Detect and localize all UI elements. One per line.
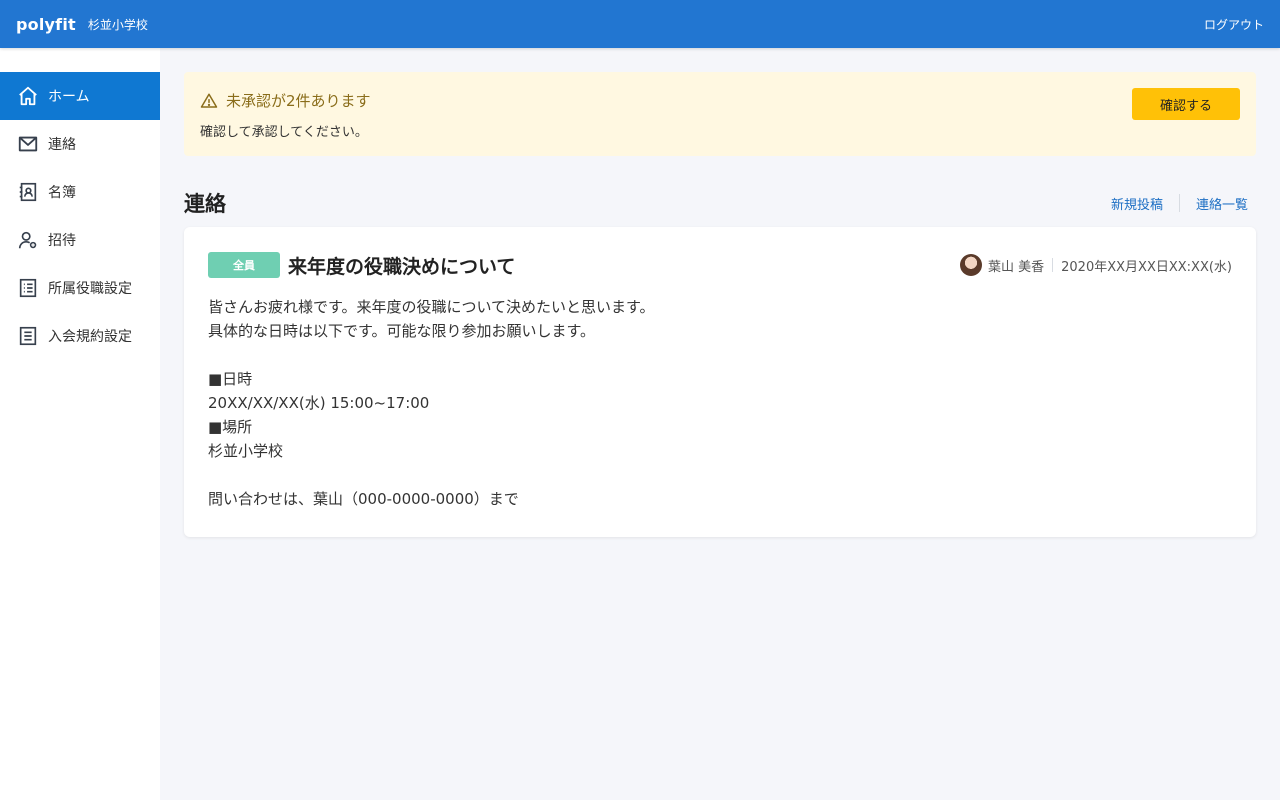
post-body-line: 20XX/XX/XX(水) 15:00~17:00 (208, 394, 430, 412)
avatar (960, 254, 982, 276)
post-body-line (208, 463, 1232, 487)
post-body-line: 具体的な日時は以下です。可能な限り参加お願いします。 (208, 322, 596, 340)
post-body-line: 皆さんお疲れ様です。来年度の役職について決めたいと思います。 (208, 298, 655, 316)
confirm-button[interactable]: 確認する (1132, 88, 1240, 120)
sidebar-item-label: 招待 (48, 233, 76, 249)
post-title[interactable]: 来年度の役職決めについて (288, 252, 515, 279)
post-body: 皆さんお疲れ様です。来年度の役職について決めたいと思います。 具体的な日時は以下… (208, 295, 1232, 511)
brand-logo[interactable]: polyfit (16, 15, 76, 34)
sidebar-item-role-settings[interactable]: 所属役職設定 (0, 264, 160, 312)
post-card[interactable]: 全員 来年度の役職決めについて 葉山 美香 2020年XX月XX日XX:XX(水… (184, 227, 1256, 537)
home-icon (16, 84, 40, 108)
alert-title: 未承認が2件あります (200, 90, 1240, 111)
post-body-line: 杉並小学校 (208, 442, 284, 460)
section-title: 連絡 (184, 192, 226, 216)
pending-approval-alert: 未承認が2件あります 確認して承認してください。 確認する (184, 72, 1256, 156)
sidebar-item-label: 名簿 (48, 185, 76, 201)
logout-link[interactable]: ログアウト (1204, 16, 1264, 33)
post-body-line: ■日時 (208, 370, 253, 388)
link-divider (1178, 194, 1180, 212)
audience-badge: 全員 (208, 252, 280, 278)
mail-icon (16, 132, 40, 156)
post-body-line: ■場所 (208, 418, 253, 436)
sidebar-item-membership-rules[interactable]: 入会規約設定 (0, 312, 160, 360)
sidebar-item-home[interactable]: ホーム (0, 72, 160, 120)
school-name: 杉並小学校 (87, 17, 148, 32)
sidebar-item-messages[interactable]: 連絡 (0, 120, 160, 168)
post-date: 2020年XX月XX日XX:XX(水) (1061, 259, 1232, 275)
post-body-line (208, 343, 1232, 367)
message-list-link[interactable]: 連絡一覧 (1196, 194, 1248, 213)
post-meta: 葉山 美香 2020年XX月XX日XX:XX(水) (960, 254, 1232, 276)
address-book-icon (16, 180, 40, 204)
sidebar-item-label: 連絡 (48, 137, 76, 153)
post-body-line: 問い合わせは、葉山（000-0000-0000）まで (208, 490, 519, 508)
warning-icon (200, 93, 218, 108)
sidebar-item-label: 所属役職設定 (48, 281, 132, 297)
sidebar-item-label: ホーム (48, 89, 90, 105)
sidebar: ホーム 連絡 名簿 招待 所属役職設定 入会規約設定 (0, 48, 160, 800)
messages-section-header: 連絡 新規投稿 連絡一覧 (184, 188, 1256, 218)
post-header: 全員 来年度の役職決めについて 葉山 美香 2020年XX月XX日XX:XX(水… (208, 251, 1232, 279)
meta-divider (1052, 258, 1054, 272)
author-name: 葉山 美香 (988, 259, 1045, 275)
document-icon (16, 324, 40, 348)
alert-title-text: 未承認が2件あります (226, 92, 371, 110)
invite-user-icon (16, 228, 40, 252)
sidebar-item-directory[interactable]: 名簿 (0, 168, 160, 216)
sidebar-item-invite[interactable]: 招待 (0, 216, 160, 264)
alert-description: 確認して承認してください。 (200, 125, 368, 140)
top-bar: polyfit 杉並小学校 ログアウト (0, 0, 1280, 48)
main-content: 未承認が2件あります 確認して承認してください。 確認する 連絡 新規投稿 連絡… (184, 72, 1256, 537)
section-links: 新規投稿 連絡一覧 (1111, 194, 1248, 213)
sidebar-item-label: 入会規約設定 (48, 329, 132, 345)
list-icon (16, 276, 40, 300)
new-post-link[interactable]: 新規投稿 (1111, 194, 1163, 213)
